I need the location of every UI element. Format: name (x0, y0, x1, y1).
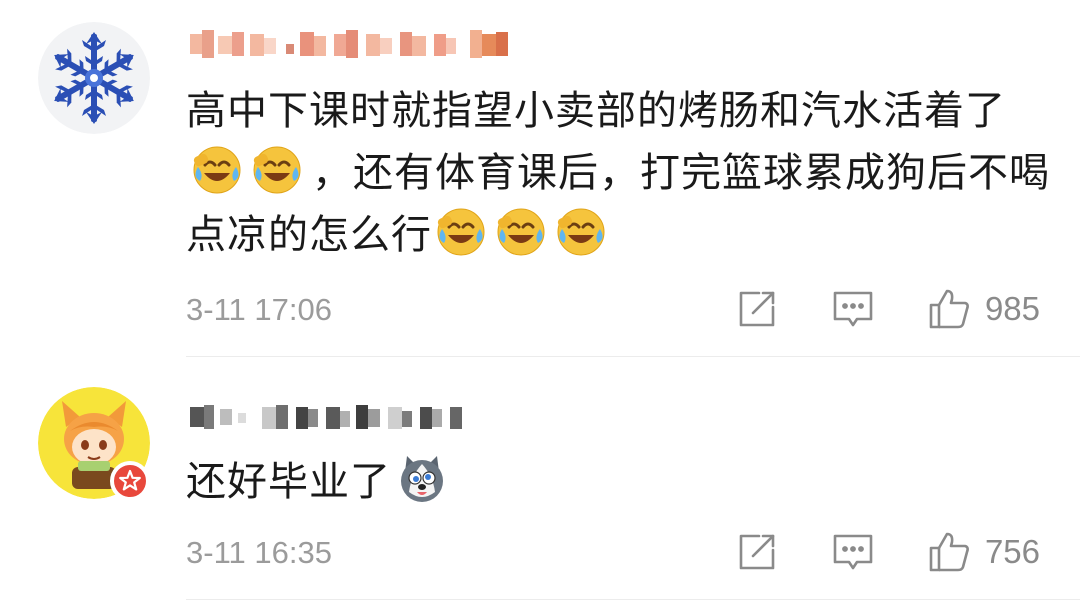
thumbs-up-icon[interactable] (927, 287, 971, 331)
username-blurred[interactable] (190, 397, 480, 437)
user-avatar[interactable] (38, 22, 150, 134)
comment-text-part: 高中下课时就指望小卖部的烤肠和汽水活着了 (186, 88, 1006, 134)
comment-text-part: 还好毕业了 (186, 459, 391, 505)
comment-reply-icon[interactable] (831, 530, 875, 574)
comment-meta: 3-11 16:35 756 (186, 527, 1040, 577)
comment-item: 高中下课时就指望小卖部的烤肠和汽水活着了 ，还有体育课后，打完篮球累成狗后不喝点… (0, 0, 1080, 357)
comment-time: 3-11 16:35 (186, 535, 332, 570)
share-icon[interactable] (735, 530, 779, 574)
comment-actions: 756 (735, 527, 1040, 577)
laughing-crying-emoji-icon (252, 145, 302, 195)
like-count: 756 (984, 533, 1040, 570)
verified-badge (110, 461, 150, 501)
husky-dog-emoji-icon (397, 454, 447, 504)
comment-text-part: ，还有体育课后，打完篮球累成狗后不喝点凉的怎么行 (186, 150, 1050, 258)
comment-text: 还好毕业了 (186, 451, 1066, 513)
comment-meta: 3-11 17:06 985 (186, 284, 1040, 334)
comment-time: 3-11 17:06 (186, 292, 332, 327)
laughing-crying-emoji-icon (496, 207, 546, 257)
divider (186, 599, 1080, 600)
username-blurred[interactable] (190, 24, 550, 64)
comment-reply-icon[interactable] (831, 287, 875, 331)
comment-item: 还好毕业了 3-11 16:35 756 (0, 357, 1080, 603)
thumbs-up-icon[interactable] (927, 530, 971, 574)
like-count: 985 (984, 290, 1040, 327)
laughing-crying-emoji-icon (556, 207, 606, 257)
laughing-crying-emoji-icon (192, 145, 242, 195)
comment-text: 高中下课时就指望小卖部的烤肠和汽水活着了 ，还有体育课后，打完篮球累成狗后不喝点… (186, 80, 1066, 266)
comment-actions: 985 (735, 284, 1040, 334)
share-icon[interactable] (735, 287, 779, 331)
laughing-crying-emoji-icon (436, 207, 486, 257)
star-icon (119, 469, 141, 491)
